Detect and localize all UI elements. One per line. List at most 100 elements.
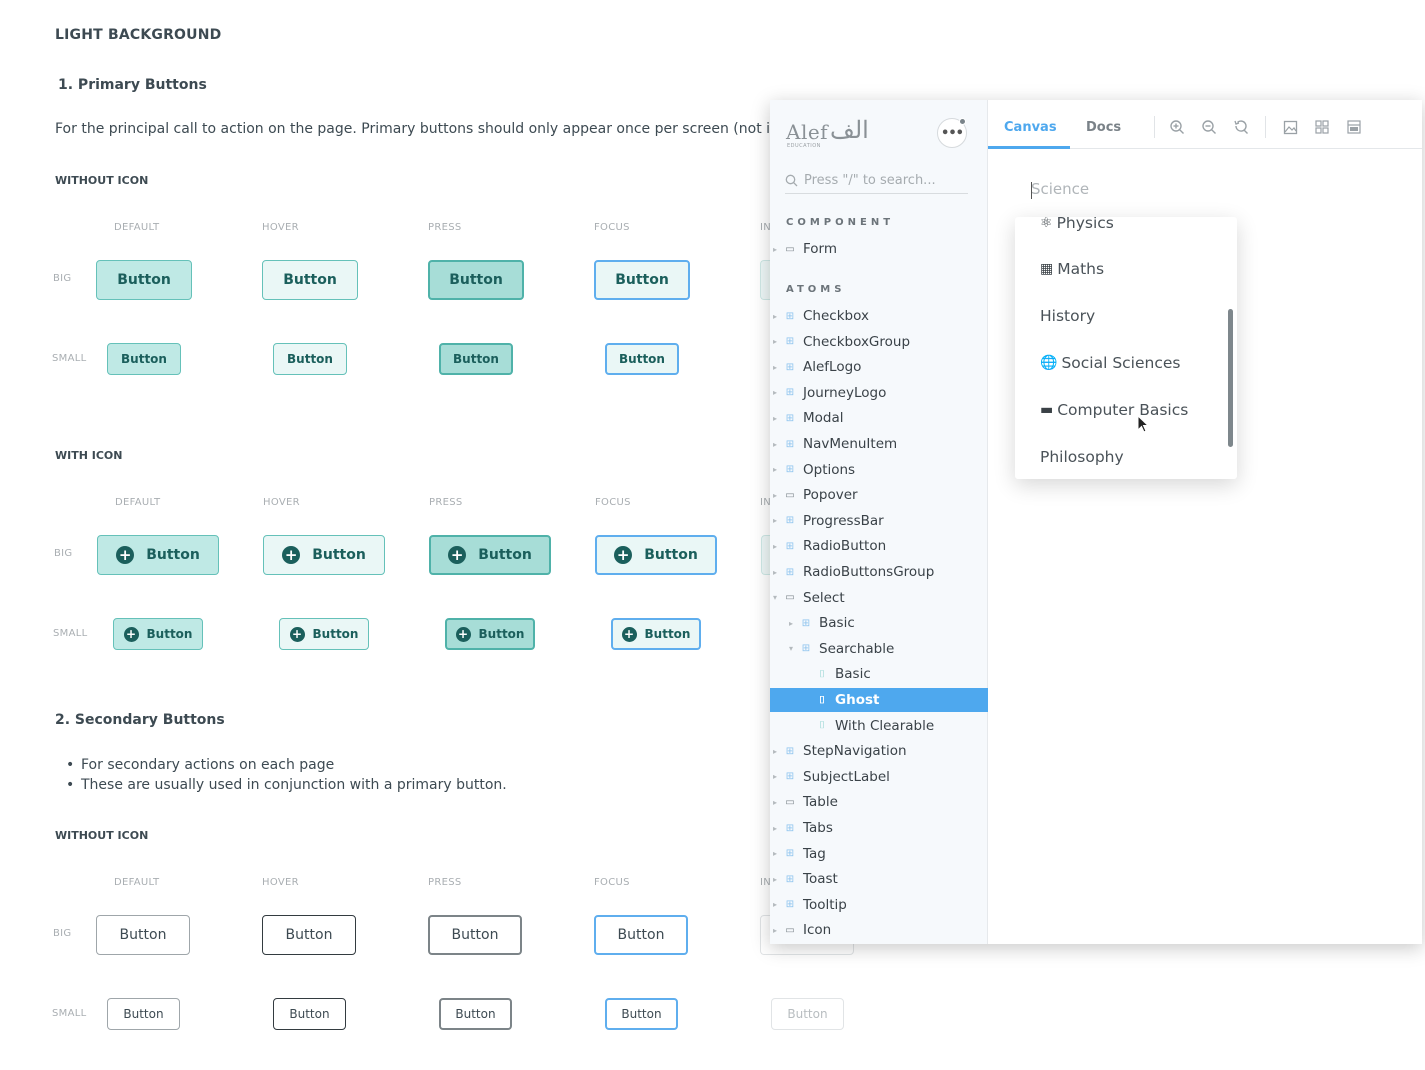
alef-logo: Alef bbox=[786, 120, 829, 144]
secondary-small-inactive-button[interactable]: Button bbox=[771, 998, 844, 1030]
sidebar-item-select[interactable]: ▾ ▭ Select bbox=[770, 586, 988, 610]
toolbar-divider bbox=[1154, 116, 1155, 138]
secondary-big-press-button[interactable]: Button bbox=[428, 915, 522, 955]
primary-big-hover-button[interactable]: Button bbox=[262, 260, 358, 300]
sidebar-item-aleflogo[interactable]: ▸ ⊞ AlefLogo bbox=[770, 355, 988, 379]
zoom-in-icon[interactable] bbox=[1168, 118, 1186, 136]
zoom-reset-icon[interactable] bbox=[1232, 118, 1250, 136]
col-label-focus: FOCUS bbox=[594, 877, 630, 888]
secondary-big-default-button[interactable]: Button bbox=[96, 915, 190, 955]
sidebar-item-searchable[interactable]: ▾ ⊞ Searchable bbox=[770, 637, 988, 661]
primary-small-focus-button[interactable]: Button bbox=[605, 343, 679, 375]
bullet-item: • For secondary actions on each page bbox=[66, 757, 335, 773]
primary-big-default-button[interactable]: Button bbox=[96, 260, 192, 300]
sidebar-item-subjectlabel[interactable]: ▸ ⊞ SubjectLabel bbox=[770, 765, 988, 789]
sidebar-item-label: Table bbox=[803, 794, 838, 811]
sidebar-item-checkboxgroup[interactable]: ▸ ⊞ CheckboxGroup bbox=[770, 330, 988, 354]
primary-icon-small-default-button[interactable]: + Button bbox=[113, 618, 203, 650]
secondary-big-focus-button[interactable]: Button bbox=[594, 915, 688, 955]
search-input[interactable]: Press "/" to search... bbox=[785, 168, 968, 194]
sidebar-item-radiobutton[interactable]: ▸ ⊞ RadioButton bbox=[770, 534, 988, 558]
select-search-input[interactable]: Science bbox=[1031, 180, 1089, 198]
primary-icon-small-hover-button[interactable]: + Button bbox=[279, 618, 369, 650]
plus-circle-icon: + bbox=[448, 546, 467, 564]
row-label-small: SMALL bbox=[53, 628, 88, 639]
bullet-item: • These are usually used in conjunction w… bbox=[66, 777, 507, 793]
caret-right-icon: ▸ bbox=[773, 772, 778, 782]
select-option-history[interactable]: History bbox=[1040, 307, 1095, 325]
select-option-philosophy[interactable]: Philosophy bbox=[1040, 448, 1124, 466]
grid-icon[interactable] bbox=[1313, 118, 1331, 136]
primary-icon-small-focus-button[interactable]: + Button bbox=[611, 618, 701, 650]
primary-big-press-button[interactable]: Button bbox=[428, 260, 524, 300]
sidebar-item-ghost[interactable]: ⌷ Ghost bbox=[770, 688, 988, 712]
sidebar-item-navmenuitem[interactable]: ▸ ⊞ NavMenuItem bbox=[770, 432, 988, 456]
secondary-big-hover-button[interactable]: Button bbox=[262, 915, 356, 955]
sidebar-item-stepnavigation[interactable]: ▸ ⊞ StepNavigation bbox=[770, 739, 988, 763]
active-tab-indicator bbox=[988, 146, 1070, 149]
primary-icon-small-press-button[interactable]: + Button bbox=[445, 618, 535, 650]
primary-small-hover-button[interactable]: Button bbox=[273, 343, 347, 375]
zoom-out-icon[interactable] bbox=[1200, 118, 1218, 136]
sidebar-item-icon[interactable]: ▸ ▭ Icon bbox=[770, 918, 988, 942]
sidebar-item-checkbox[interactable]: ▸ ⊞ Checkbox bbox=[770, 304, 988, 328]
plus-circle-icon: + bbox=[123, 626, 139, 642]
select-option-physics[interactable]: ⚛ Physics bbox=[1040, 217, 1114, 232]
secondary-small-press-button[interactable]: Button bbox=[439, 998, 512, 1030]
component-icon: ⊞ bbox=[785, 336, 795, 348]
sidebar-item-with-clearable[interactable]: ⌷ With Clearable bbox=[770, 714, 988, 738]
select-option-social-sciences[interactable]: 🌐 Social Sciences bbox=[1040, 354, 1180, 372]
sidebar-item-label: Basic bbox=[819, 615, 855, 632]
caret-right-icon: ▸ bbox=[773, 925, 778, 935]
tab-canvas[interactable]: Canvas bbox=[1004, 120, 1057, 135]
sidebar-item-options[interactable]: ▸ ⊞ Options bbox=[770, 458, 988, 482]
sidebar-item-journeylogo[interactable]: ▸ ⊞ JourneyLogo bbox=[770, 381, 988, 405]
col-label-hover: HOVER bbox=[263, 497, 300, 508]
tab-docs[interactable]: Docs bbox=[1086, 120, 1121, 135]
plus-circle-icon: + bbox=[289, 626, 305, 642]
viewport-icon[interactable] bbox=[1345, 118, 1363, 136]
select-option-label: Philosophy bbox=[1040, 448, 1124, 466]
select-option-maths[interactable]: ▦ Maths bbox=[1040, 260, 1104, 278]
caret-right-icon: ▸ bbox=[773, 746, 778, 756]
sidebar-item-radiobuttonsgroup[interactable]: ▸ ⊞ RadioButtonsGroup bbox=[770, 560, 988, 584]
component-icon: ⊞ bbox=[785, 310, 795, 322]
row-label-big: BIG bbox=[53, 273, 72, 284]
sidebar-item-tooltip[interactable]: ▸ ⊞ Tooltip bbox=[770, 893, 988, 917]
sidebar-item-basic[interactable]: ▸ ⊞ Basic bbox=[770, 611, 988, 635]
sidebar-item-label: Options bbox=[803, 461, 856, 478]
sidebar-item-tabs[interactable]: ▸ ⊞ Tabs bbox=[770, 816, 988, 840]
sidebar-item-label: RadioButton bbox=[803, 538, 887, 555]
sidebar-item-form[interactable]: ▸ ▭ Form bbox=[770, 237, 988, 261]
sidebar-item-label: Ghost bbox=[835, 692, 880, 708]
secondary-small-focus-button[interactable]: Button bbox=[605, 998, 678, 1030]
component-icon: ⊞ bbox=[785, 745, 795, 757]
background-icon[interactable] bbox=[1281, 118, 1299, 136]
primary-icon-big-hover-button[interactable]: + Button bbox=[263, 535, 385, 575]
primary-small-default-button[interactable]: Button bbox=[107, 343, 181, 375]
sidebar-item-progressbar[interactable]: ▸ ⊞ ProgressBar bbox=[770, 509, 988, 533]
primary-small-press-button[interactable]: Button bbox=[439, 343, 513, 375]
sidebar-item-popover[interactable]: ▸ ▭ Popover bbox=[770, 483, 988, 507]
sidebar-item-toast[interactable]: ▸ ⊞ Toast bbox=[770, 867, 988, 891]
sidebar-item-table[interactable]: ▸ ▭ Table bbox=[770, 790, 988, 814]
primary-icon-big-default-button[interactable]: + Button bbox=[97, 535, 219, 575]
select-option-label: Physics bbox=[1056, 217, 1114, 232]
primary-icon-big-press-button[interactable]: + Button bbox=[429, 535, 551, 575]
primary-big-focus-button[interactable]: Button bbox=[594, 260, 690, 300]
secondary-without-icon-label: WITHOUT ICON bbox=[55, 829, 149, 842]
folder-icon: ▭ bbox=[785, 924, 795, 936]
secondary-small-hover-button[interactable]: Button bbox=[273, 998, 346, 1030]
dropdown-scrollbar[interactable] bbox=[1228, 309, 1233, 447]
sidebar-item-basic[interactable]: ⌷ Basic bbox=[770, 662, 988, 686]
col-label-focus: FOCUS bbox=[595, 497, 631, 508]
sidebar-item-label: AlefLogo bbox=[803, 359, 862, 376]
storybook-window: Alef EDUCATION الف ••• Press "/" to sear… bbox=[770, 100, 1422, 944]
primary-icon-big-focus-button[interactable]: + Button bbox=[595, 535, 717, 575]
secondary-small-default-button[interactable]: Button bbox=[107, 998, 180, 1030]
sidebar-item-tag[interactable]: ▸ ⊞ Tag bbox=[770, 842, 988, 866]
toolbar: Canvas Docs bbox=[988, 100, 1422, 149]
select-option-label: History bbox=[1040, 307, 1096, 325]
sidebar-item-modal[interactable]: ▸ ⊞ Modal bbox=[770, 406, 988, 430]
select-option-computer-basics[interactable]: ▬ Computer Basics bbox=[1040, 401, 1188, 419]
